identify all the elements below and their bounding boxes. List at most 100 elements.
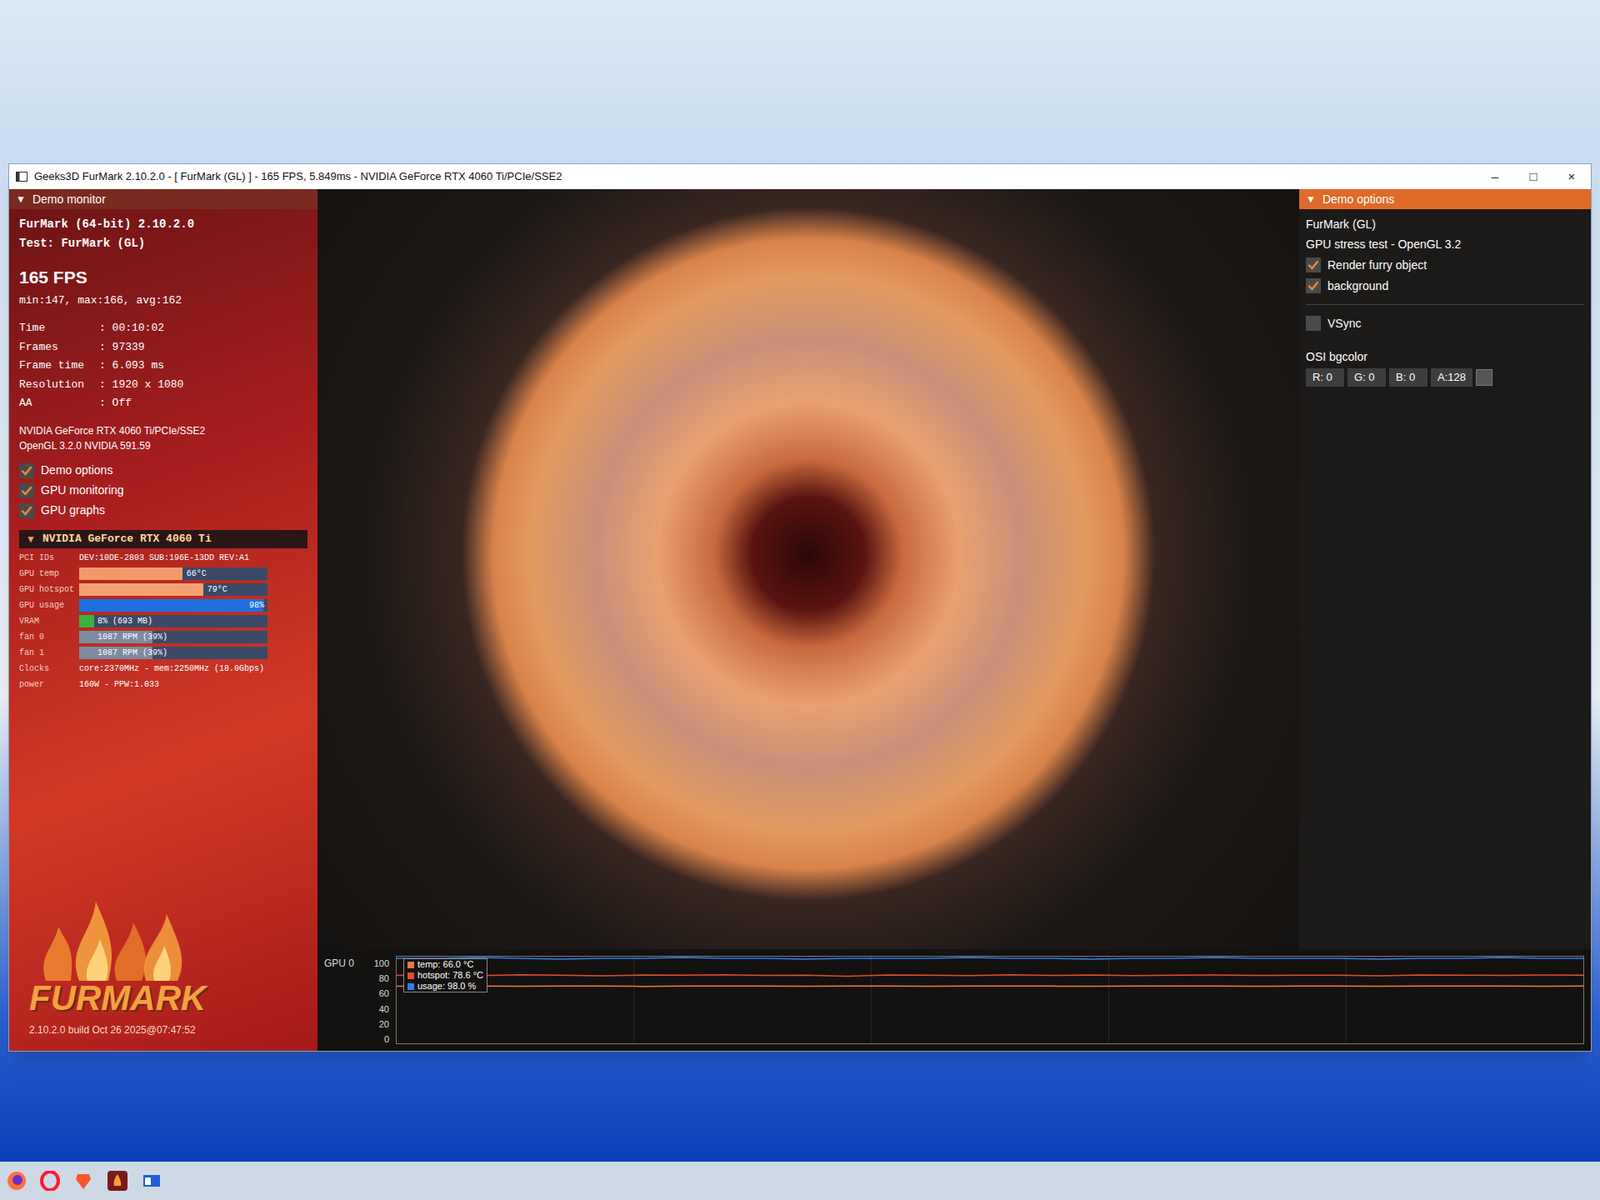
info-line: Test: FurMark (GL)	[19, 235, 308, 253]
stat-row: Frames: 97339	[19, 339, 308, 356]
gpu-meter-fill	[79, 567, 183, 580]
window-body: ▼Demo monitor FurMark (64-bit) 2.10.2.0Te…	[9, 189, 1591, 1051]
stat-value: : 1920 x 1080	[99, 376, 184, 394]
option-check[interactable]: background	[1305, 276, 1585, 295]
logo-text: FURMARK	[29, 980, 206, 1016]
app-icon	[15, 171, 28, 182]
expand-arrow[interactable]: ▼	[15, 191, 26, 207]
gpu-graph: GPU 0100806040200temp: 66.0 °Chotspot: 7…	[317, 949, 1591, 1051]
gpu-row: GPU hotspot79°C	[19, 583, 308, 597]
stat-value: : 97339	[99, 339, 145, 356]
desktop: Geeks3D FurMark 2.10.2.0 - [ FurMark (GL…	[0, 0, 1600, 1162]
graph-tick: 60	[367, 989, 390, 999]
gpu-row-label: GPU usage	[19, 599, 76, 612]
window-taskbar-icon[interactable]	[141, 1170, 162, 1191]
checkbox[interactable]	[1305, 257, 1321, 273]
gpu-meter-reading: 8% (693 MB)	[79, 615, 268, 628]
window-control-button[interactable]: ×	[1552, 167, 1591, 187]
bgcolor-label: OSI bgcolor	[1305, 348, 1585, 366]
graph-series-line	[396, 985, 1584, 987]
expand-arrow[interactable]: ▼	[1305, 191, 1316, 207]
checkmark-icon	[1307, 280, 1320, 292]
checkmark-icon	[20, 485, 33, 497]
graph-series-line	[396, 957, 1584, 960]
option-info: FurMark (GL)	[1305, 215, 1585, 234]
toggle-row[interactable]: Demo options	[19, 461, 308, 480]
gpu-row-label: fan 1	[19, 646, 76, 660]
gpu-meter-fill	[79, 583, 204, 596]
vsync-check[interactable]: VSync	[1305, 314, 1585, 333]
gpu-row-label: Clocks	[19, 662, 76, 675]
graph-tick: 0	[367, 1035, 390, 1045]
checkbox[interactable]	[19, 503, 35, 519]
brave-icon[interactable]	[73, 1170, 94, 1191]
checkbox-label: Demo options	[40, 461, 113, 480]
taskbar	[0, 1161, 1600, 1200]
opera-icon[interactable]	[40, 1170, 60, 1191]
checkbox[interactable]	[1305, 315, 1321, 331]
gpu-row: GPU temp66°C	[19, 567, 308, 581]
expand-arrow[interactable]: ▼	[25, 531, 36, 547]
option-info: GPU stress test - OpenGL 3.2	[1305, 235, 1585, 254]
gpu-meter: 66°C	[79, 567, 268, 580]
legend-swatch	[407, 961, 415, 969]
furmark-taskbar-icon[interactable]	[106, 1170, 129, 1192]
gpu-row: VRAM8% (693 MB)	[19, 615, 308, 629]
gpu-name: NVIDIA GeForce RTX 4060 Ti	[42, 530, 212, 548]
app-window: Geeks3D FurMark 2.10.2.0 - [ FurMark (GL…	[8, 163, 1592, 1052]
gpu-row: fan 11087 RPM (39%)	[19, 646, 308, 660]
legend-text: hotspot: 78.6 °C	[417, 970, 484, 981]
gpu-row: Clockscore:2370MHz - mem:2250MHz (18.0Gb…	[19, 662, 308, 676]
graph-ticks: 100806040200	[367, 955, 390, 1045]
stat-value: : 6.093 ms	[99, 357, 165, 375]
checkbox-label: background	[1327, 277, 1389, 295]
checkbox-label: GPU graphs	[40, 501, 105, 520]
window-control-button[interactable]: □	[1514, 167, 1553, 187]
renderer-line: NVIDIA GeForce RTX 4060 Ti/PCIe/SSE2	[19, 423, 308, 439]
gpu-rows: PCI IDsDEV:10DE-2803 SUB:196E-13DD REV:A…	[19, 548, 308, 692]
toggle-row[interactable]: GPU graphs	[19, 501, 308, 520]
toggle-row[interactable]: GPU monitoring	[19, 481, 308, 500]
gpu-row: fan 01087 RPM (39%)	[19, 630, 308, 645]
graph-plot: temp: 66.0 °Chotspot: 78.6 °Cusage: 98.0…	[395, 955, 1585, 1045]
gpu-row: PCI IDsDEV:10DE-2803 SUB:196E-13DD REV:A…	[19, 551, 308, 565]
legend-item: hotspot: 78.6 °C	[407, 970, 484, 981]
color-field[interactable]: R: 0	[1305, 368, 1345, 387]
fps-stats: min:147, max:166, avg:162	[19, 292, 308, 310]
gpu-meter: 79°C	[79, 583, 268, 596]
graph-series-line	[396, 975, 1584, 977]
gpu-meter-reading: 1087 RPM (39%)	[79, 630, 268, 644]
window-title: Geeks3D FurMark 2.10.2.0 - [ FurMark (GL…	[34, 168, 1476, 185]
color-field[interactable]: G: 0	[1347, 368, 1386, 387]
graph-tick: 100	[367, 959, 390, 969]
firefox-icon[interactable]	[6, 1170, 27, 1191]
separator	[1305, 304, 1585, 305]
graph-label: GPU 0	[324, 955, 361, 1045]
graph-lines	[396, 956, 1584, 1044]
stat-label: Frame time	[19, 357, 100, 375]
color-field[interactable]: A:128	[1430, 368, 1473, 387]
graph-tick: 20	[367, 1020, 390, 1030]
color-field[interactable]: B: 0	[1389, 368, 1428, 387]
options-content: FurMark (GL)GPU stress test - OpenGL 3.2…	[1299, 209, 1591, 387]
main-row: ▼Demo optionsFurMark (GL)GPU stress test…	[317, 189, 1591, 950]
window-control-button[interactable]: –	[1475, 167, 1515, 187]
checkbox[interactable]	[19, 463, 35, 479]
legend-swatch	[407, 983, 415, 990]
checkbox[interactable]	[19, 483, 35, 499]
demo-monitor-panel: ▼Demo monitor FurMark (64-bit) 2.10.2.0Te…	[9, 189, 318, 1051]
option-check[interactable]: Render furry object	[1305, 255, 1585, 275]
gpu-meter-reading: 66°C	[79, 567, 268, 580]
gpu-row-value: 160W - PPW:1.033	[79, 678, 160, 691]
color-swatch[interactable]	[1475, 369, 1493, 386]
panel-header[interactable]: ▼Demo options	[1299, 189, 1591, 210]
checkbox[interactable]	[1305, 278, 1321, 294]
info-line: FurMark (64-bit) 2.10.2.0	[19, 215, 308, 234]
gpu-header[interactable]: ▼ NVIDIA GeForce RTX 4060 Ti	[19, 530, 308, 549]
renderer-line: OpenGL 3.2.0 NVIDIA 591.59	[19, 438, 308, 454]
stat-row: AA: Off	[19, 395, 308, 412]
stat-label: Resolution	[19, 376, 100, 394]
bgcolor-fields: R: 0G: 0B: 0A:128	[1305, 368, 1585, 387]
panel-header[interactable]: ▼Demo monitor	[9, 189, 318, 210]
gpu-meter-reading: 1087 RPM (39%)	[79, 646, 268, 660]
